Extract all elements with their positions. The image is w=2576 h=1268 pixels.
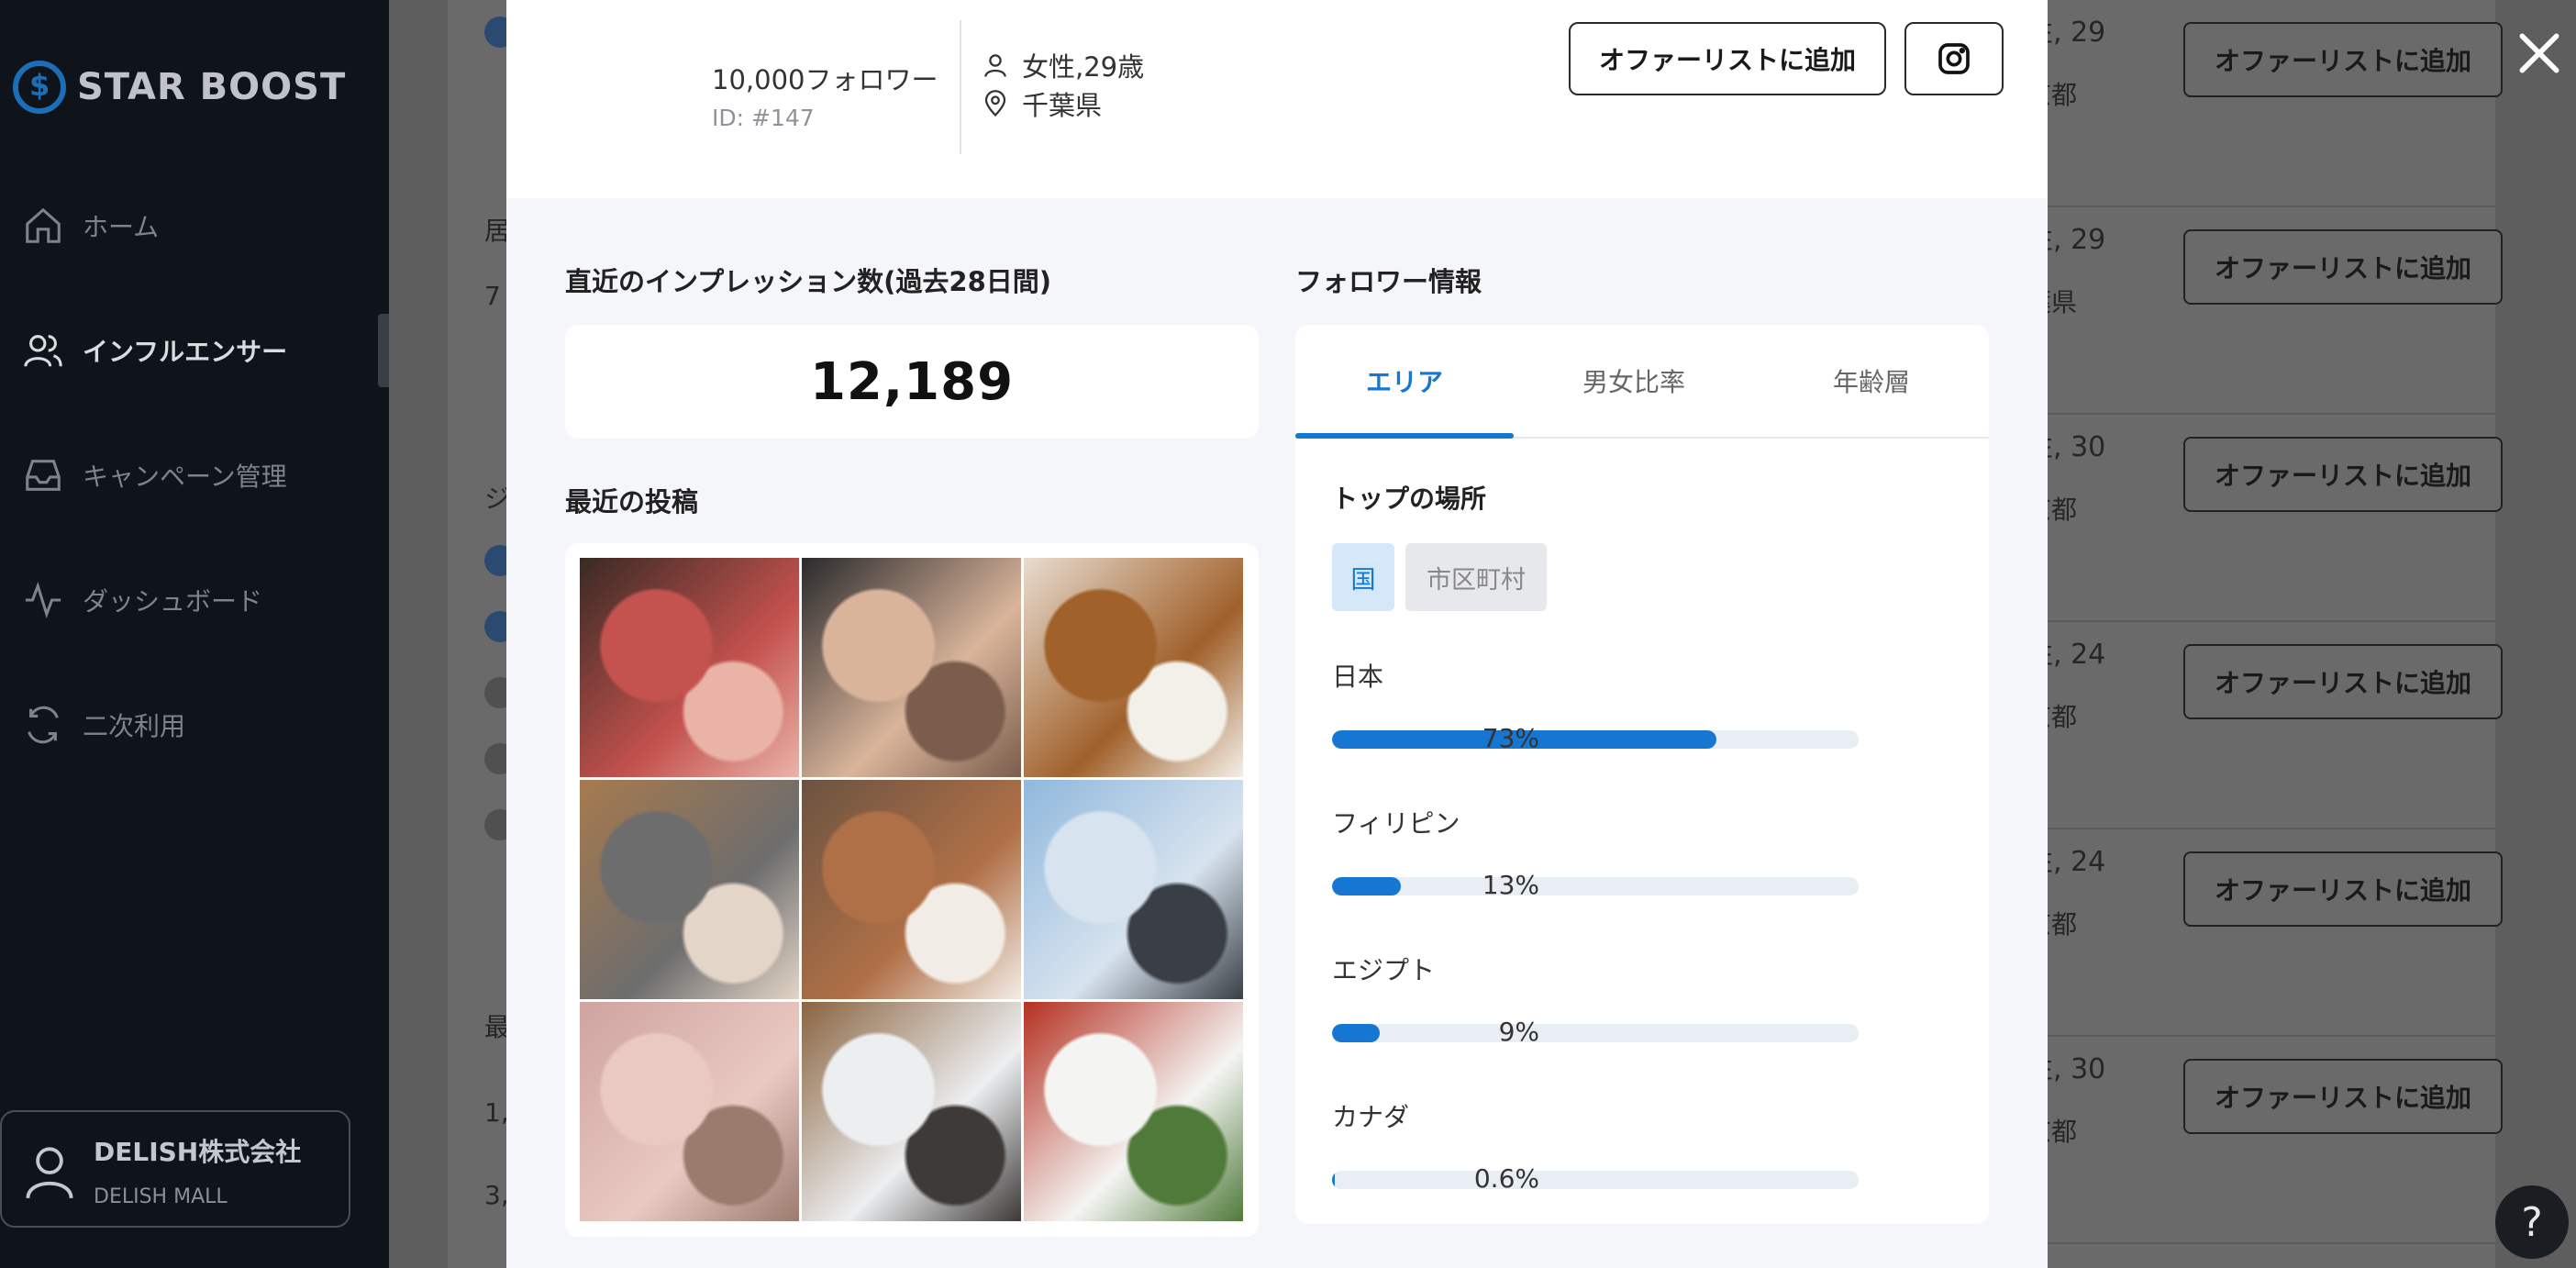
- post-thumbnail[interactable]: [1024, 1002, 1243, 1221]
- area-percent: 13%: [1482, 870, 1539, 900]
- refresh-icon: [28, 706, 59, 744]
- table-row: 性, 30 京都 オファーリストに追加: [2004, 415, 2503, 622]
- add-to-offer-list-button[interactable]: オファーリストに追加: [2183, 229, 2503, 305]
- add-to-offer-list-button[interactable]: オファーリストに追加: [2183, 22, 2503, 97]
- partial-text: 3,: [484, 1180, 509, 1210]
- active-tab-indicator: [1295, 433, 1514, 439]
- table-row: 性, 24 京都 オファーリストに追加: [2004, 829, 2503, 1037]
- sidebar-item-influencers[interactable]: インフルエンサー: [22, 323, 389, 378]
- sidebar: STAR BOOST ホーム インフルエンサー キャンペーン管理 ダッシュボード…: [0, 0, 389, 1268]
- influencer-detail-modal: 10,000フォロワー ID: #147 女性,29歳 千葉県 オファーリストに…: [506, 0, 2048, 1268]
- area-bar-track: [1332, 730, 1859, 749]
- partial-text: 7: [484, 281, 501, 311]
- brand-name: STAR BOOST: [77, 66, 347, 108]
- area-percent: 0.6%: [1473, 1163, 1539, 1194]
- post-thumbnail[interactable]: [1024, 558, 1243, 777]
- area-name: 日本: [1332, 662, 1384, 692]
- post-thumbnail[interactable]: [1024, 780, 1243, 999]
- account-switcher[interactable]: DELISH株式会社 DELISH MALL: [0, 1110, 350, 1228]
- post-thumbnail[interactable]: [580, 1002, 799, 1221]
- inbox-icon: [26, 460, 61, 491]
- chip-city[interactable]: 市区町村: [1405, 543, 1547, 611]
- table-row: 性, 30 京都 オファーリストに追加: [2004, 1037, 2503, 1244]
- area-name: フィリピン: [1332, 808, 1460, 839]
- location-row: 千葉県: [982, 84, 1102, 123]
- users-icon: [24, 335, 62, 367]
- table-row: 性, 29 葉県 オファーリストに追加: [2004, 207, 2503, 415]
- activity-icon: [25, 581, 61, 619]
- gender-age-row: 女性,29歳: [982, 46, 1144, 84]
- person-icon: [984, 54, 1006, 77]
- chip-country[interactable]: 国: [1332, 543, 1394, 611]
- post-thumbnail[interactable]: [802, 1002, 1021, 1221]
- add-to-offer-list-button[interactable]: オファーリストに追加: [2183, 437, 2503, 512]
- post-thumbnail[interactable]: [802, 558, 1021, 777]
- account-sub: DELISH MALL: [94, 1185, 228, 1208]
- brand-logo[interactable]: STAR BOOST: [13, 61, 346, 114]
- area-bar-track: [1332, 877, 1859, 895]
- tab-area[interactable]: エリア: [1295, 325, 1514, 437]
- sidebar-item-secondary-use[interactable]: 二次利用: [22, 697, 389, 752]
- recent-posts-title: 最近の投稿: [565, 486, 699, 517]
- add-to-offer-list-button[interactable]: オファーリストに追加: [1569, 22, 1886, 95]
- add-to-offer-list-button[interactable]: オファーリストに追加: [2183, 851, 2503, 927]
- area-percent: 9%: [1498, 1017, 1539, 1047]
- account-name: DELISH株式会社: [94, 1137, 302, 1167]
- area-bar-track: [1332, 1024, 1859, 1042]
- impressions-title: 直近のインプレッション数(過去28日間): [565, 266, 1051, 297]
- impressions-value: 12,189: [809, 351, 1015, 412]
- table-row: 性, 29 京都 オファーリストに追加: [2004, 0, 2503, 207]
- tab-age-group[interactable]: 年齢層: [1754, 325, 1989, 437]
- home-icon: [26, 207, 61, 243]
- recent-posts-grid: [580, 558, 1244, 1221]
- sidebar-item-dashboard[interactable]: ダッシュボード: [22, 573, 389, 628]
- post-thumbnail[interactable]: [580, 780, 799, 999]
- star-boost-logo-icon: [13, 61, 66, 114]
- close-modal-icon[interactable]: [2514, 28, 2565, 79]
- partial-text: 1,: [484, 1097, 509, 1128]
- add-to-offer-list-button[interactable]: オファーリストに追加: [2183, 1059, 2503, 1134]
- top-places-title: トップの場所: [1332, 484, 1487, 514]
- instagram-button[interactable]: [1904, 22, 2004, 95]
- instagram-icon: [1938, 43, 1970, 74]
- area-name: エジプト: [1332, 955, 1436, 985]
- location-text: 千葉県: [1022, 90, 1103, 121]
- add-to-offer-list-button[interactable]: オファーリストに追加: [2183, 644, 2503, 719]
- user-avatar-icon: [26, 1147, 73, 1199]
- follower-info-tabs: エリア 男女比率 年齢層: [1295, 325, 1989, 439]
- tab-gender-ratio[interactable]: 男女比率: [1514, 325, 1754, 437]
- sidebar-item-label: ホーム: [83, 212, 160, 242]
- sidebar-item-label: キャンペーン管理: [83, 462, 287, 492]
- sidebar-item-label: 二次利用: [83, 711, 186, 741]
- gender-age-text: 女性,29歳: [1022, 51, 1145, 83]
- influencer-id: ID: #147: [712, 105, 815, 131]
- table-row: 性, 24 京都 オファーリストに追加: [2004, 622, 2503, 829]
- follower-info-card: [1295, 325, 1989, 1224]
- area-bar-fill: [1332, 1024, 1380, 1042]
- area-name: カナダ: [1332, 1102, 1410, 1132]
- area-percent: 73%: [1482, 723, 1539, 753]
- area-bar-fill: [1332, 877, 1401, 895]
- sidebar-item-label: ダッシュボード: [83, 586, 263, 617]
- area-bar-track: [1332, 1171, 1859, 1189]
- follower-count: 10,000フォロワー: [712, 64, 938, 95]
- modal-header: 10,000フォロワー ID: #147 女性,29歳 千葉県 オファーリストに…: [506, 0, 2048, 198]
- post-thumbnail[interactable]: [802, 780, 1021, 999]
- sidebar-item-home[interactable]: ホーム: [22, 198, 389, 253]
- sidebar-item-campaigns[interactable]: キャンペーン管理: [22, 448, 389, 503]
- help-button[interactable]: ?: [2495, 1185, 2569, 1259]
- sidebar-item-label: インフルエンサー: [83, 337, 288, 367]
- map-pin-icon: [984, 90, 1006, 117]
- follower-info-title: フォロワー情報: [1295, 266, 1482, 297]
- post-thumbnail[interactable]: [580, 558, 799, 777]
- header-divider: [960, 20, 961, 154]
